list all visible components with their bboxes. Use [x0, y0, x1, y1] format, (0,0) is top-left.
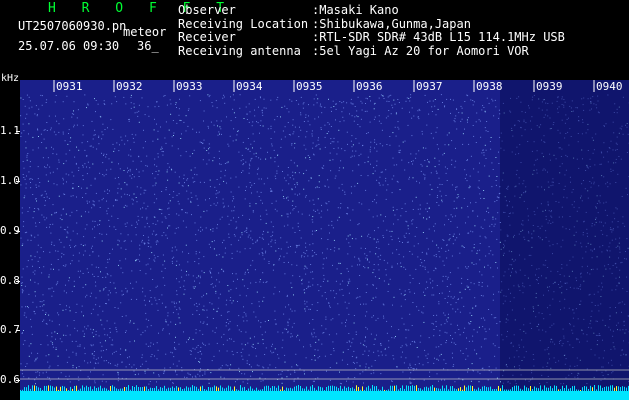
station-info: Observer :Masaki Kano Receiving Location…	[178, 3, 565, 59]
info-value: :RTL-SDR SDR# 43dB L15 114.1MHz USB	[312, 30, 565, 44]
time-axis-labels: 0931 0932 0933 0934 0935 0936 0937 0938 0939 0940	[20, 80, 629, 94]
info-receiver: Receiver :RTL-SDR SDR# 43dB L15 114.1MHz…	[178, 30, 565, 45]
time-label: 0932	[116, 80, 142, 93]
timestamp: 25.07.06 09:30	[18, 39, 120, 53]
info-key: Receiving antenna	[178, 43, 301, 58]
time-label: 0940	[596, 80, 623, 93]
info-key: Receiving Location	[178, 16, 309, 31]
meteor-label: meteor	[123, 25, 167, 39]
spectrogram	[20, 80, 629, 400]
time-label: 0937	[416, 80, 442, 93]
info-value: :Masaki Kano	[312, 3, 399, 17]
baseline-trace	[20, 391, 629, 400]
info-value: :5el Yagi Az 20 for Aomori VOR	[312, 43, 529, 58]
y-axis-labels: 1.1 1.0 0.9 0.8 0.7 0.6	[0, 0, 21, 400]
time-label: 0936	[356, 80, 382, 93]
info-location: Receiving Location :Shibukawa,Gunma,Japa…	[178, 16, 565, 32]
info-key: Observer	[178, 3, 236, 17]
info-value: :Shibukawa,Gunma,Japan	[312, 16, 471, 31]
time-label: 0938	[476, 80, 502, 93]
spectrogram-dark-band	[500, 80, 629, 400]
time-label: 0939	[536, 80, 562, 93]
file-name: UT2507060930.pn	[18, 19, 127, 33]
time-label: 0935	[296, 80, 322, 93]
time-label: 0931	[56, 80, 82, 93]
time-label: 0934	[236, 80, 262, 93]
info-key: Receiver	[178, 30, 236, 44]
meteor-count: 36_	[137, 39, 159, 53]
time-label: 0933	[176, 80, 202, 93]
spectrogram-svg	[20, 80, 629, 400]
info-observer: Observer :Masaki Kano	[178, 3, 565, 18]
info-antenna: Receiving antenna :5el Yagi Az 20 for Ao…	[178, 43, 565, 59]
